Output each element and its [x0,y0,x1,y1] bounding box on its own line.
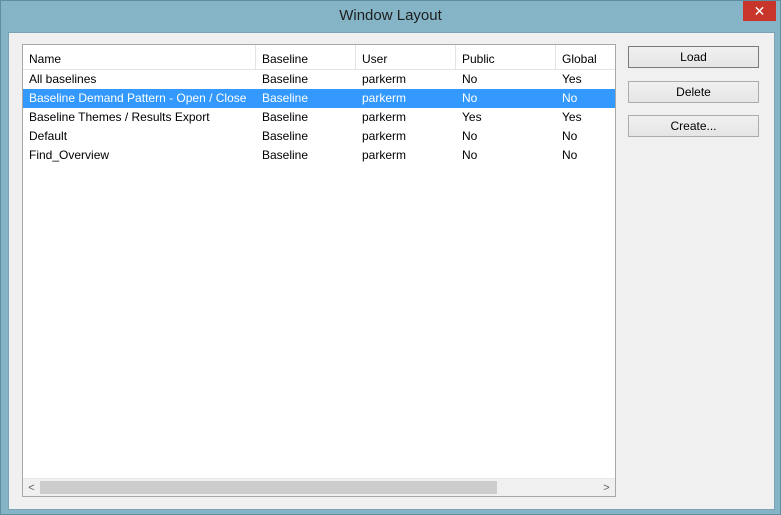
cell-name: Find_Overview [29,148,110,162]
delete-button[interactable]: Delete [628,81,759,103]
cell-public: No [462,72,478,86]
cell-name: Baseline Demand Pattern - Open / Close [29,91,247,105]
cell-public: No [462,91,478,105]
chevron-left-icon: < [28,481,35,494]
title-bar[interactable]: Window Layout ✕ [1,1,780,32]
list-header: Name Baseline User Public Global [23,45,615,70]
horizontal-scrollbar[interactable]: < > [23,478,615,496]
list-item[interactable]: All baselines Baseline parkerm No Yes [23,70,615,89]
scroll-left-button[interactable]: < [23,479,40,496]
cell-global: No [562,129,578,143]
dialog-client-area: Name Baseline User Public Global All bas… [8,32,775,510]
window-title: Window Layout [339,7,442,24]
cell-name: Baseline Themes / Results Export [29,110,210,124]
cell-name: Default [29,129,68,143]
create-button[interactable]: Create... [628,115,759,137]
layout-list[interactable]: Name Baseline User Public Global All bas… [22,44,616,497]
scroll-right-button[interactable]: > [598,479,615,496]
cell-global: No [562,91,578,105]
cell-public: No [462,148,478,162]
list-item[interactable]: Default Baseline parkerm No No [23,127,615,146]
load-button[interactable]: Load [628,46,759,68]
cell-name: All baselines [29,72,97,86]
cell-baseline: Baseline [262,72,309,86]
column-header-public[interactable]: Public [456,45,556,69]
cell-user: parkerm [362,129,407,143]
column-header-global[interactable]: Global [556,45,615,69]
chevron-right-icon: > [603,481,610,494]
cell-global: Yes [562,72,582,86]
list-item-selected[interactable]: Baseline Demand Pattern - Open / Close B… [23,89,615,108]
cell-baseline: Baseline [262,129,309,143]
cell-public: Yes [462,110,482,124]
list-item[interactable]: Find_Overview Baseline parkerm No No [23,146,615,165]
window-layout-dialog: Window Layout ✕ Name Baseline User Publi… [0,0,781,515]
cell-public: No [462,129,478,143]
cell-user: parkerm [362,110,407,124]
cell-global: Yes [562,110,582,124]
column-header-baseline[interactable]: Baseline [256,45,356,69]
column-header-name[interactable]: Name [23,45,256,69]
cell-baseline: Baseline [262,148,309,162]
cell-user: parkerm [362,148,407,162]
cell-baseline: Baseline [262,110,309,124]
scrollbar-thumb[interactable] [40,481,497,494]
cell-user: parkerm [362,72,407,86]
cell-baseline: Baseline [262,91,309,105]
cell-user: parkerm [362,91,407,105]
list-item[interactable]: Baseline Themes / Results Export Baselin… [23,108,615,127]
close-icon: ✕ [753,2,766,19]
column-header-user[interactable]: User [356,45,456,69]
cell-global: No [562,148,578,162]
close-button[interactable]: ✕ [743,1,776,21]
